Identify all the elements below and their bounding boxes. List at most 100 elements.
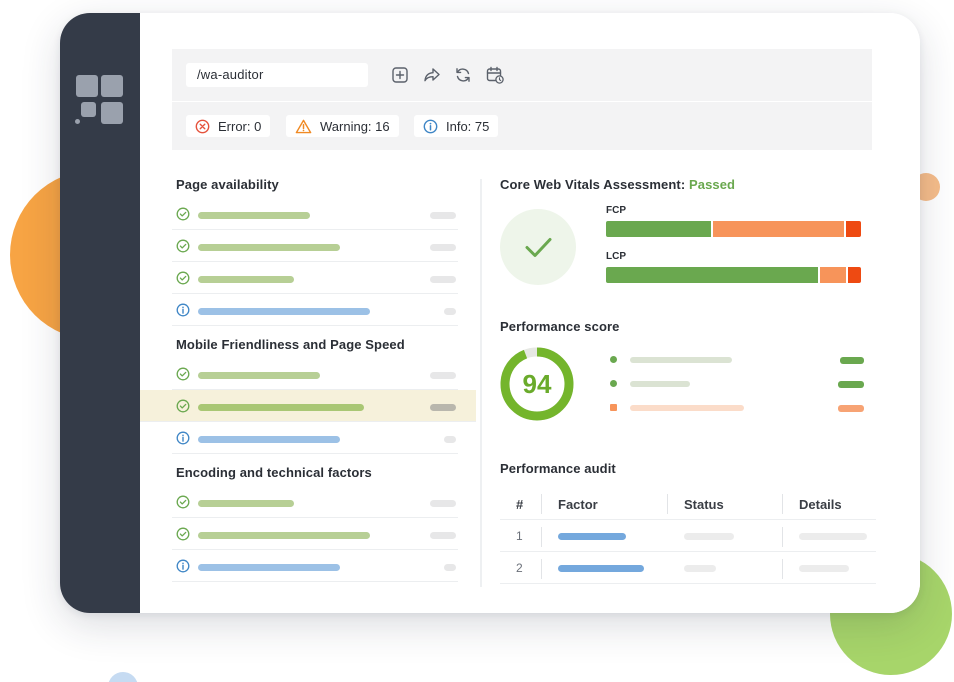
decorative-blue-circle (108, 672, 138, 682)
row-value-placeholder (444, 564, 456, 571)
schedule-icon[interactable] (485, 65, 505, 85)
column-header-details[interactable]: Details (799, 497, 842, 512)
table-row-line (500, 583, 876, 584)
legend-placeholder (630, 357, 732, 363)
table-row-number: 2 (516, 561, 523, 575)
cwv-title-prefix: Core Web Vitals Assessment: (500, 177, 689, 192)
cwv-passed-badge (500, 209, 576, 285)
share-icon[interactable] (422, 65, 442, 85)
factor-placeholder[interactable] (558, 565, 644, 572)
lcp-label: LCP (606, 251, 626, 262)
sidebar (60, 13, 140, 613)
row-value-placeholder (444, 436, 456, 443)
info-icon (176, 431, 190, 445)
error-icon (195, 119, 210, 133)
column-separator (782, 559, 783, 579)
app-logo[interactable] (74, 75, 126, 127)
row-label-placeholder (198, 212, 310, 219)
logo-square (75, 119, 80, 124)
row-value-placeholder (430, 212, 456, 219)
logo-square (81, 102, 96, 117)
checklist-row[interactable] (172, 294, 458, 326)
info-count-label: Info: 75 (446, 118, 490, 134)
poor-segment (846, 221, 861, 237)
cwv-title: Core Web Vitals Assessment: Passed (500, 177, 735, 192)
check-circle-icon (176, 271, 190, 285)
column-separator (782, 527, 783, 547)
info-count-badge[interactable]: Info: 75 (414, 115, 499, 137)
factor-placeholder[interactable] (558, 533, 626, 540)
row-value-placeholder (430, 276, 456, 283)
check-circle-icon (176, 207, 190, 221)
needs-improvement-segment (713, 221, 844, 237)
details-placeholder (799, 565, 849, 572)
logo-square (76, 75, 98, 97)
performance-score-value: 94 (522, 369, 552, 399)
legend-value-bar (838, 405, 864, 412)
row-label-placeholder (198, 276, 294, 283)
needs-improvement-segment (820, 267, 846, 283)
checklist-row[interactable] (172, 358, 458, 390)
main-content: /wa-auditor Error: 0 Warning: 16 Info: 7… (140, 13, 920, 613)
legend-placeholder (630, 381, 690, 387)
legend-value-bar (838, 381, 864, 388)
check-circle-icon (176, 399, 190, 413)
row-value-placeholder (430, 404, 456, 411)
row-label-placeholder (198, 372, 320, 379)
toolbar: /wa-auditor (172, 49, 872, 101)
checklist-row[interactable] (172, 422, 458, 454)
info-icon (176, 303, 190, 317)
checklist-row[interactable] (140, 390, 476, 422)
details-placeholder (799, 533, 867, 540)
status-placeholder (684, 533, 734, 540)
table-row-line (500, 551, 876, 552)
logo-square (101, 102, 123, 124)
error-count-badge[interactable]: Error: 0 (186, 115, 271, 137)
row-label-placeholder (198, 564, 340, 571)
page-availability-title: Page availability (176, 177, 279, 192)
table-row-number: 1 (516, 529, 523, 543)
good-segment (606, 221, 711, 237)
column-separator (541, 559, 542, 579)
column-header-factor[interactable]: Factor (558, 497, 598, 512)
checklist-row[interactable] (172, 518, 458, 550)
column-divider (480, 179, 482, 587)
add-page-icon[interactable] (390, 65, 410, 85)
column-header-number[interactable]: # (516, 497, 523, 512)
checklist-row[interactable] (172, 262, 458, 294)
fcp-label: FCP (606, 205, 626, 216)
legend-dot (610, 356, 617, 363)
cwv-status: Passed (688, 177, 736, 192)
row-label-placeholder (198, 244, 340, 251)
checklist-row[interactable] (172, 198, 458, 230)
refresh-icon[interactable] (453, 65, 473, 85)
check-circle-icon (176, 527, 190, 541)
warning-count-label: Warning: 16 (320, 118, 390, 134)
row-value-placeholder (430, 244, 456, 251)
check-circle-icon (176, 239, 190, 253)
error-count-label: Error: 0 (218, 118, 262, 134)
checkmark-icon (525, 238, 552, 257)
check-circle-icon (176, 495, 190, 509)
good-segment (606, 267, 818, 283)
column-header-status[interactable]: Status (684, 497, 724, 512)
url-field[interactable]: /wa-auditor (186, 63, 368, 87)
checklist-row[interactable] (172, 550, 458, 582)
row-label-placeholder (198, 404, 364, 411)
checklist-row[interactable] (172, 230, 458, 262)
row-value-placeholder (430, 372, 456, 379)
checklist-row[interactable] (172, 486, 458, 518)
status-bar: Error: 0 Warning: 16 Info: 75 (172, 102, 872, 150)
column-separator (667, 494, 668, 514)
legend-dot (610, 404, 617, 411)
info-icon (176, 559, 190, 573)
logo-square (101, 75, 123, 97)
status-placeholder (684, 565, 716, 572)
column-separator (541, 494, 542, 514)
row-label-placeholder (198, 500, 294, 507)
mobile-friendliness-title: Mobile Friendliness and Page Speed (176, 337, 405, 352)
encoding-title: Encoding and technical factors (176, 465, 372, 480)
warning-count-badge[interactable]: Warning: 16 (286, 115, 399, 137)
app-window: /wa-auditor Error: 0 Warning: 16 Info: 7… (60, 13, 920, 613)
row-label-placeholder (198, 532, 370, 539)
